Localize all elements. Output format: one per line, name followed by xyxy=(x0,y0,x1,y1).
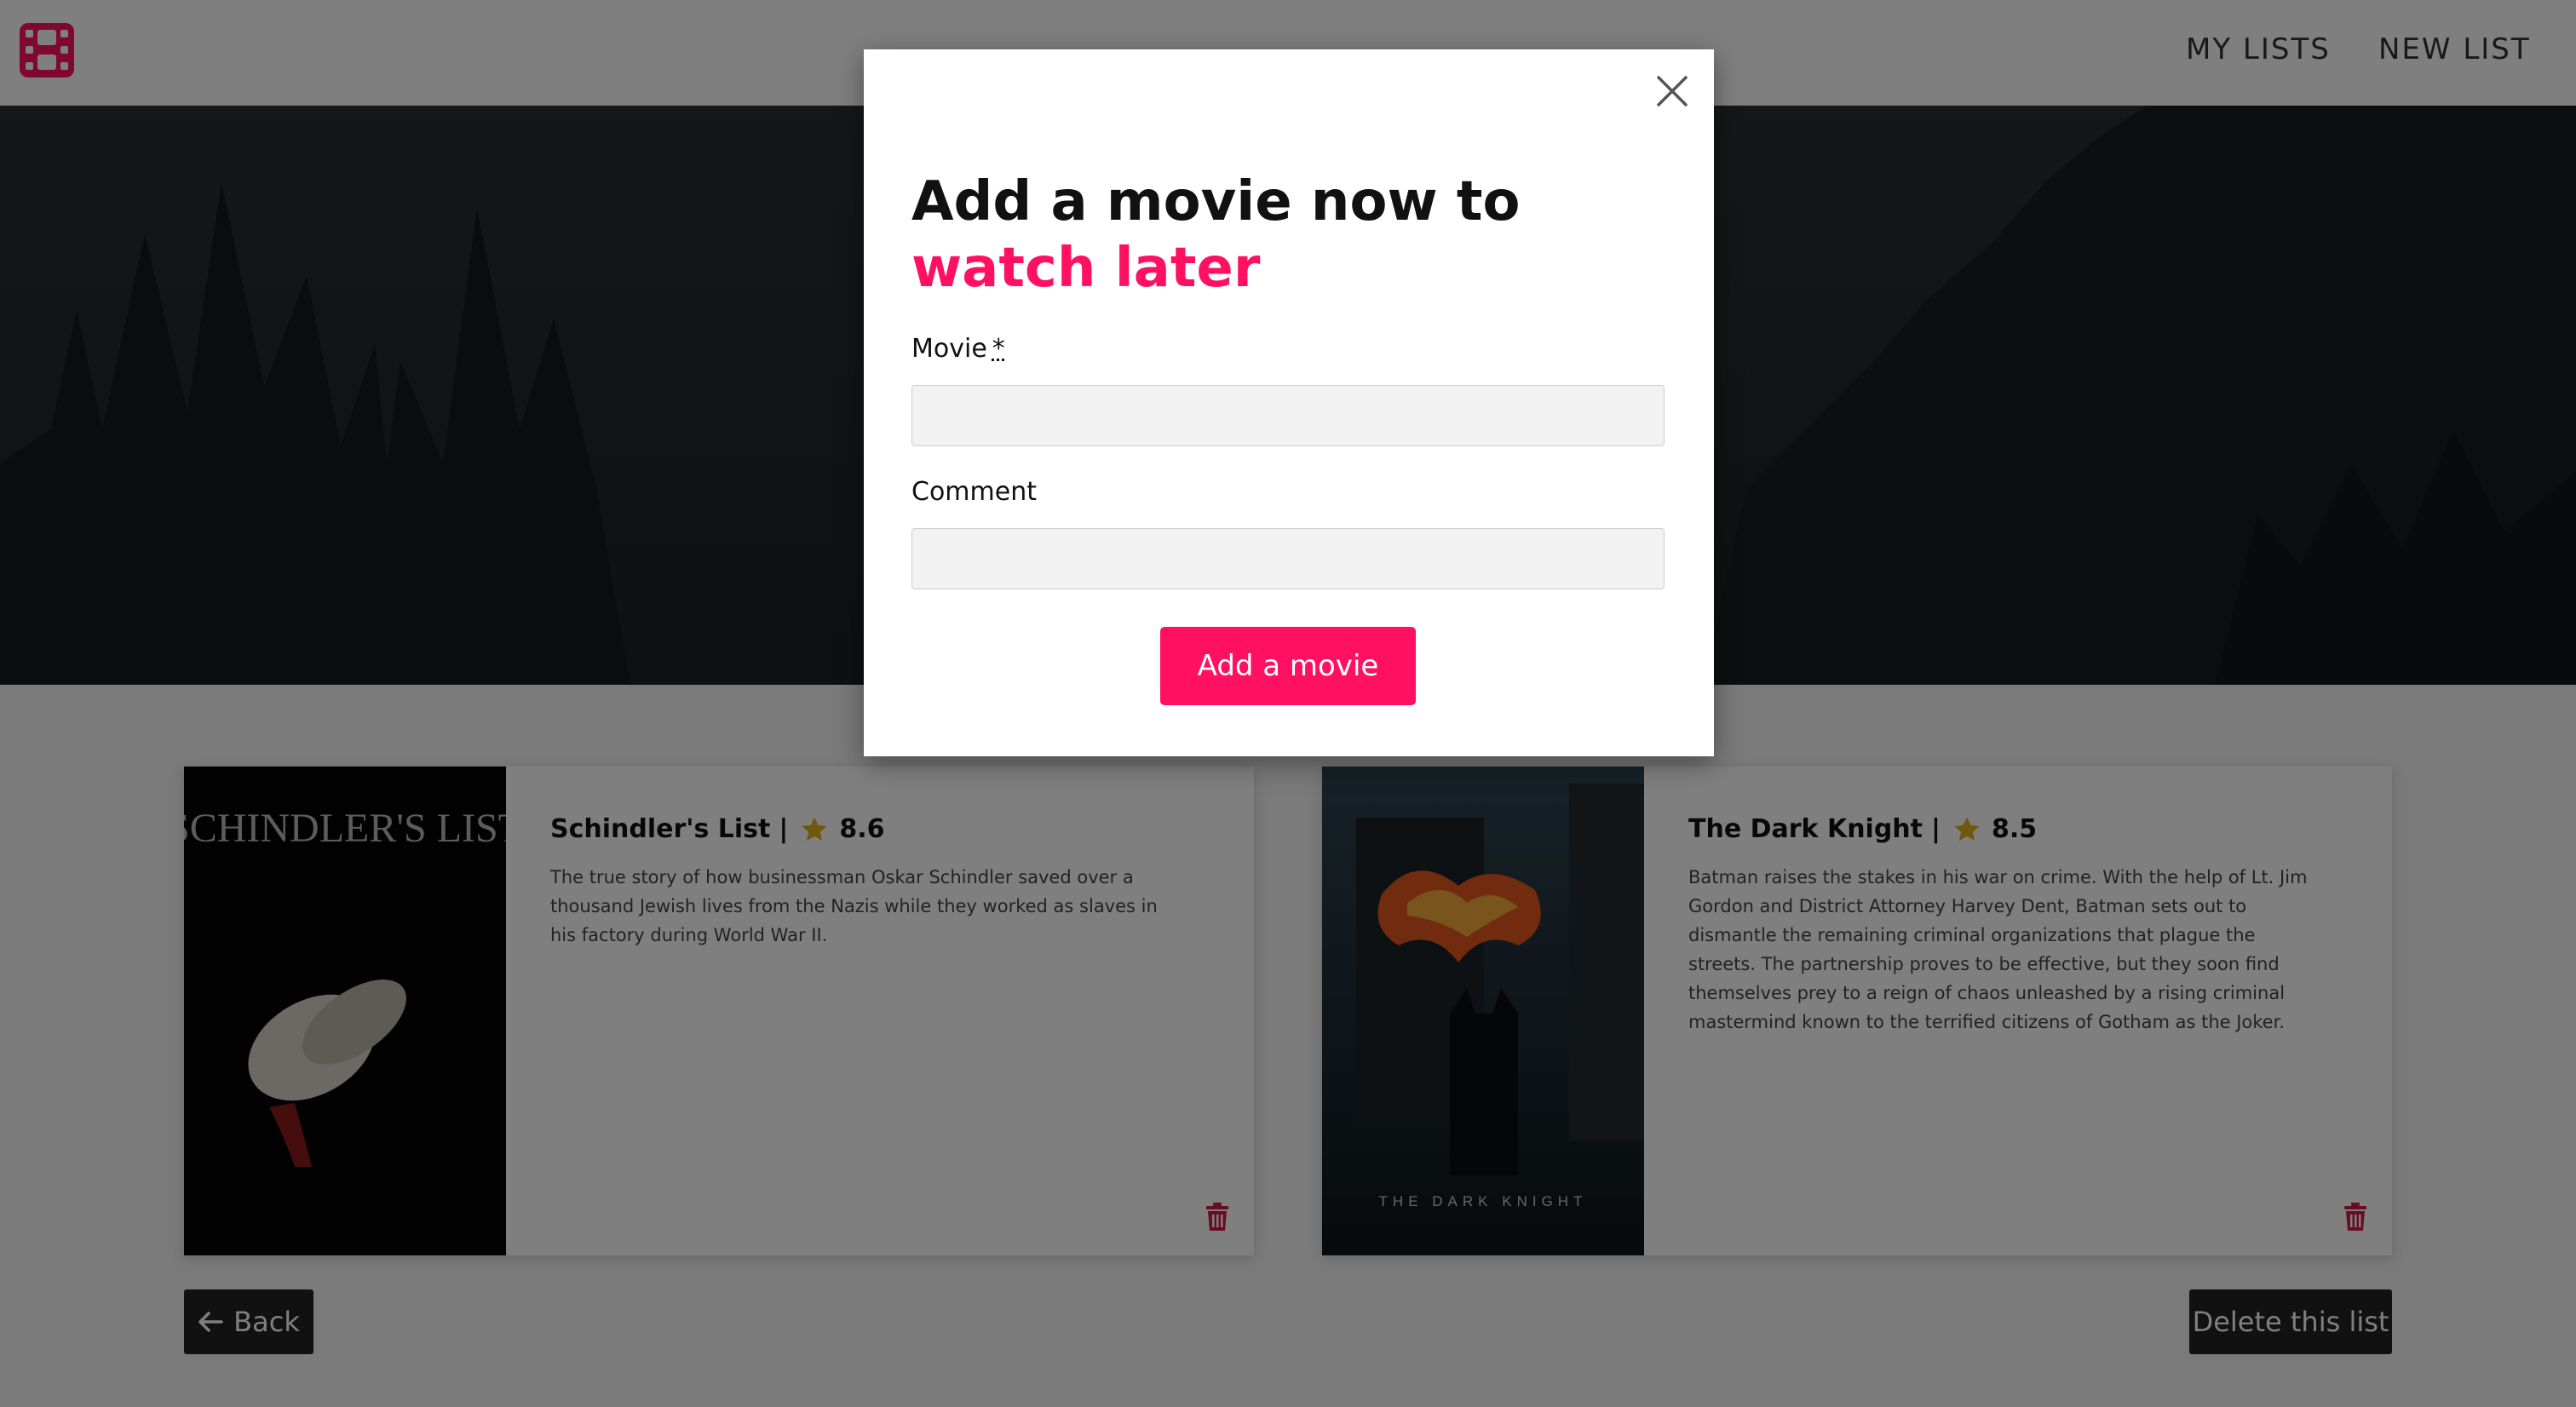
close-icon[interactable] xyxy=(1654,73,1690,109)
required-mark: * xyxy=(992,334,1005,364)
movie-field-label: Movie * xyxy=(911,334,1005,364)
movie-input[interactable] xyxy=(911,385,1665,446)
comment-field-label: Comment xyxy=(911,477,1037,507)
modal-title: Add a movie now to watch later xyxy=(911,169,1610,302)
comment-input[interactable] xyxy=(911,528,1665,589)
add-movie-modal: Add a movie now to watch later Movie * Co… xyxy=(864,49,1714,756)
modal-title-accent: watch later xyxy=(911,237,1261,300)
movie-label-text: Movie xyxy=(911,334,987,364)
add-movie-button[interactable]: Add a movie xyxy=(1160,627,1416,705)
modal-title-text: Add a movie now to xyxy=(911,170,1521,233)
